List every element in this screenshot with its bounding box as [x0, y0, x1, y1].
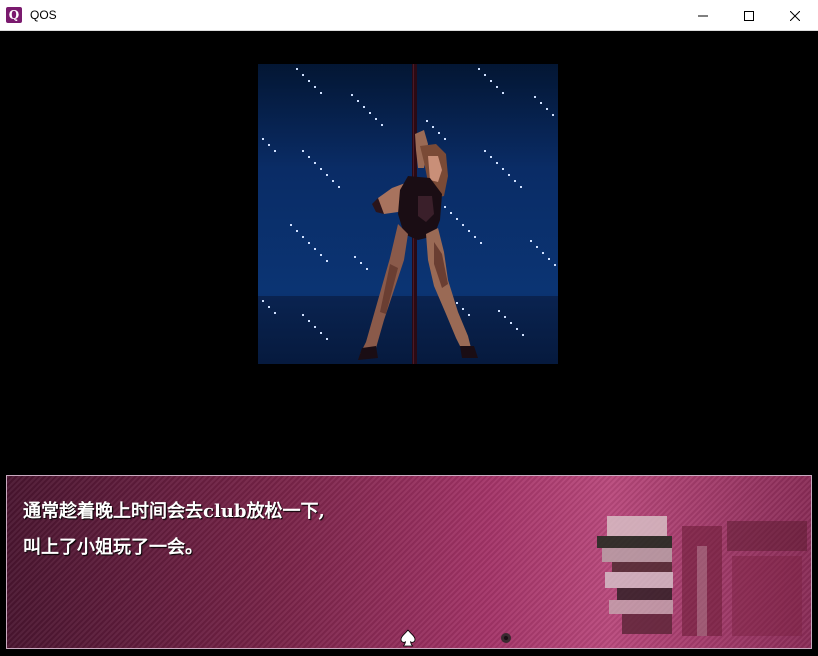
- dialogue-line-2: 叫上了小姐玩了一会。: [23, 537, 203, 558]
- dialogue-box[interactable]: 通常趁着晚上时间会去club放松一下, 叫上了小姐玩了一会。: [6, 475, 812, 649]
- window-titlebar: Q QOS: [0, 0, 818, 31]
- dialogue-text: 通常趁着晚上时间会去club放松一下, 叫上了小姐玩了一会。: [23, 494, 325, 566]
- scene-illustration: [258, 64, 558, 364]
- minimize-icon: [698, 15, 708, 16]
- game-canvas[interactable]: 通常趁着晚上时间会去club放松一下, 叫上了小姐玩了一会。: [1, 31, 817, 655]
- window-title: QOS: [30, 8, 57, 22]
- dancer: [358, 130, 478, 360]
- glitch-artwork: [597, 516, 807, 636]
- close-button[interactable]: [772, 0, 818, 31]
- spade-icon[interactable]: [399, 629, 417, 647]
- window-controls: [680, 0, 818, 31]
- dialogue-line-1: 通常趁着晚上时间会去club放松一下,: [23, 501, 325, 522]
- app-icon: Q: [6, 7, 22, 23]
- cursor-glyph-icon: [501, 633, 511, 643]
- maximize-button[interactable]: [726, 0, 772, 31]
- minimize-button[interactable]: [680, 0, 726, 31]
- pole-dancer-sprite: [262, 64, 556, 364]
- maximize-icon: [744, 10, 754, 21]
- close-icon: [790, 10, 800, 21]
